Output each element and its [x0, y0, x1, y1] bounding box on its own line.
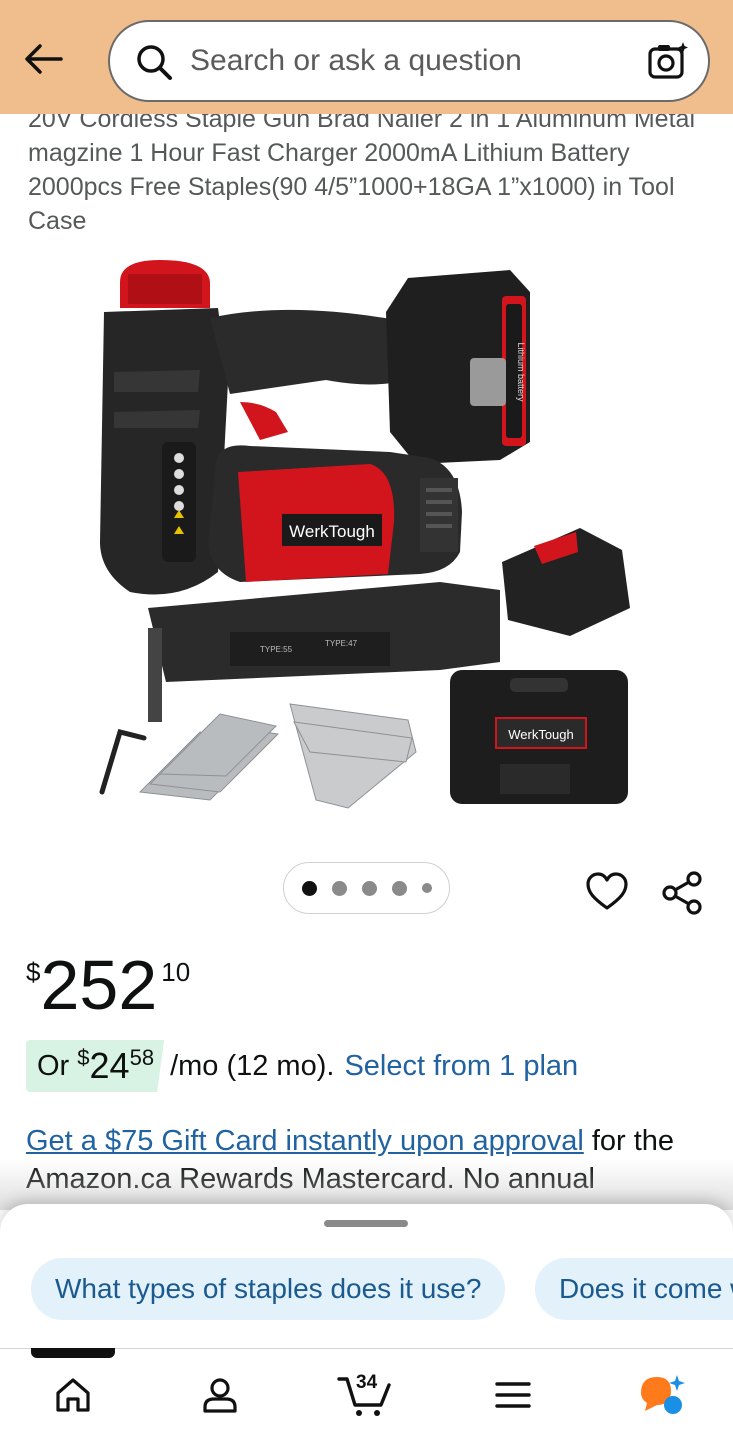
brand-label: WerkTough — [289, 522, 375, 541]
installment-offer: Or $24 58 /mo (12 mo). Select from 1 plan — [26, 1040, 578, 1092]
back-arrow-icon — [25, 44, 63, 74]
carousel-dot-5[interactable] — [421, 883, 432, 893]
product-title: 20V Cordless Staple Gun Brad Nailer 2 in… — [28, 105, 695, 235]
share-icon — [662, 871, 702, 915]
case-brand-label: WerkTough — [508, 727, 574, 742]
price: $ 252 10 — [26, 945, 190, 1025]
price-fraction: 10 — [161, 957, 191, 987]
battery-label: Lithium battery — [516, 342, 526, 402]
nav-account[interactable] — [165, 1349, 275, 1440]
content-fade — [0, 1160, 733, 1210]
search-icon — [137, 45, 172, 80]
image-carousel-indicator[interactable] — [283, 862, 450, 914]
header-bar: Search or ask a question — [0, 0, 733, 114]
active-tab-indicator — [31, 1348, 115, 1358]
nav-menu[interactable] — [458, 1349, 568, 1440]
price-currency: $ — [26, 957, 41, 987]
rufus-icon — [641, 1375, 685, 1414]
magazine-label-2: TYPE:47 — [325, 639, 358, 648]
nav-cart[interactable]: 34 — [310, 1349, 420, 1440]
installment-fraction: 58 — [129, 1045, 155, 1070]
select-plan-link[interactable]: Select from 1 plan — [344, 1050, 578, 1083]
sheet-handle[interactable] — [324, 1220, 408, 1227]
heart-icon — [586, 872, 628, 910]
magazine-label-1: TYPE:55 — [260, 645, 293, 654]
installment-prefix: Or — [37, 1049, 70, 1082]
home-icon — [56, 1378, 90, 1412]
camera-search-icon[interactable] — [646, 40, 690, 84]
nav-rufus[interactable] — [606, 1349, 716, 1440]
gift-card-link[interactable]: Get a $75 Gift Card instantly upon appro… — [26, 1125, 584, 1157]
menu-icon — [495, 1382, 531, 1408]
carousel-dot-3[interactable] — [361, 880, 377, 896]
installment-whole: 24 — [89, 1045, 130, 1086]
bottom-nav: 34 — [0, 1348, 733, 1440]
carousel-dot-2[interactable] — [331, 880, 347, 896]
suggestion-chip-1[interactable]: What types of staples does it use? — [31, 1258, 506, 1320]
suggestions-sheet: What types of staples does it use? Does … — [0, 1204, 733, 1364]
nav-home[interactable] — [18, 1349, 128, 1440]
suggestion-chip-2[interactable]: Does it come with a battery? — [535, 1258, 733, 1320]
installment-pill: Or $24 58 — [26, 1040, 165, 1092]
search-input[interactable]: Search or ask a question — [190, 44, 522, 78]
wishlist-button[interactable] — [585, 870, 629, 919]
installment-currency: $ — [77, 1045, 90, 1070]
cart-count-badge: 34 — [356, 1372, 378, 1393]
search-bar[interactable]: Search or ask a question — [108, 20, 710, 102]
product-image[interactable]: Lithium battery WerkTough TYPE:55 TYPE:4… — [90, 252, 650, 822]
carousel-dot-4[interactable] — [391, 880, 407, 896]
carousel-dot-1[interactable] — [301, 880, 317, 896]
share-button[interactable] — [660, 870, 706, 921]
account-icon — [203, 1378, 237, 1413]
installment-terms: /mo (12 mo). — [170, 1049, 335, 1082]
back-button[interactable] — [18, 34, 68, 84]
price-whole: 252 — [40, 946, 158, 1024]
